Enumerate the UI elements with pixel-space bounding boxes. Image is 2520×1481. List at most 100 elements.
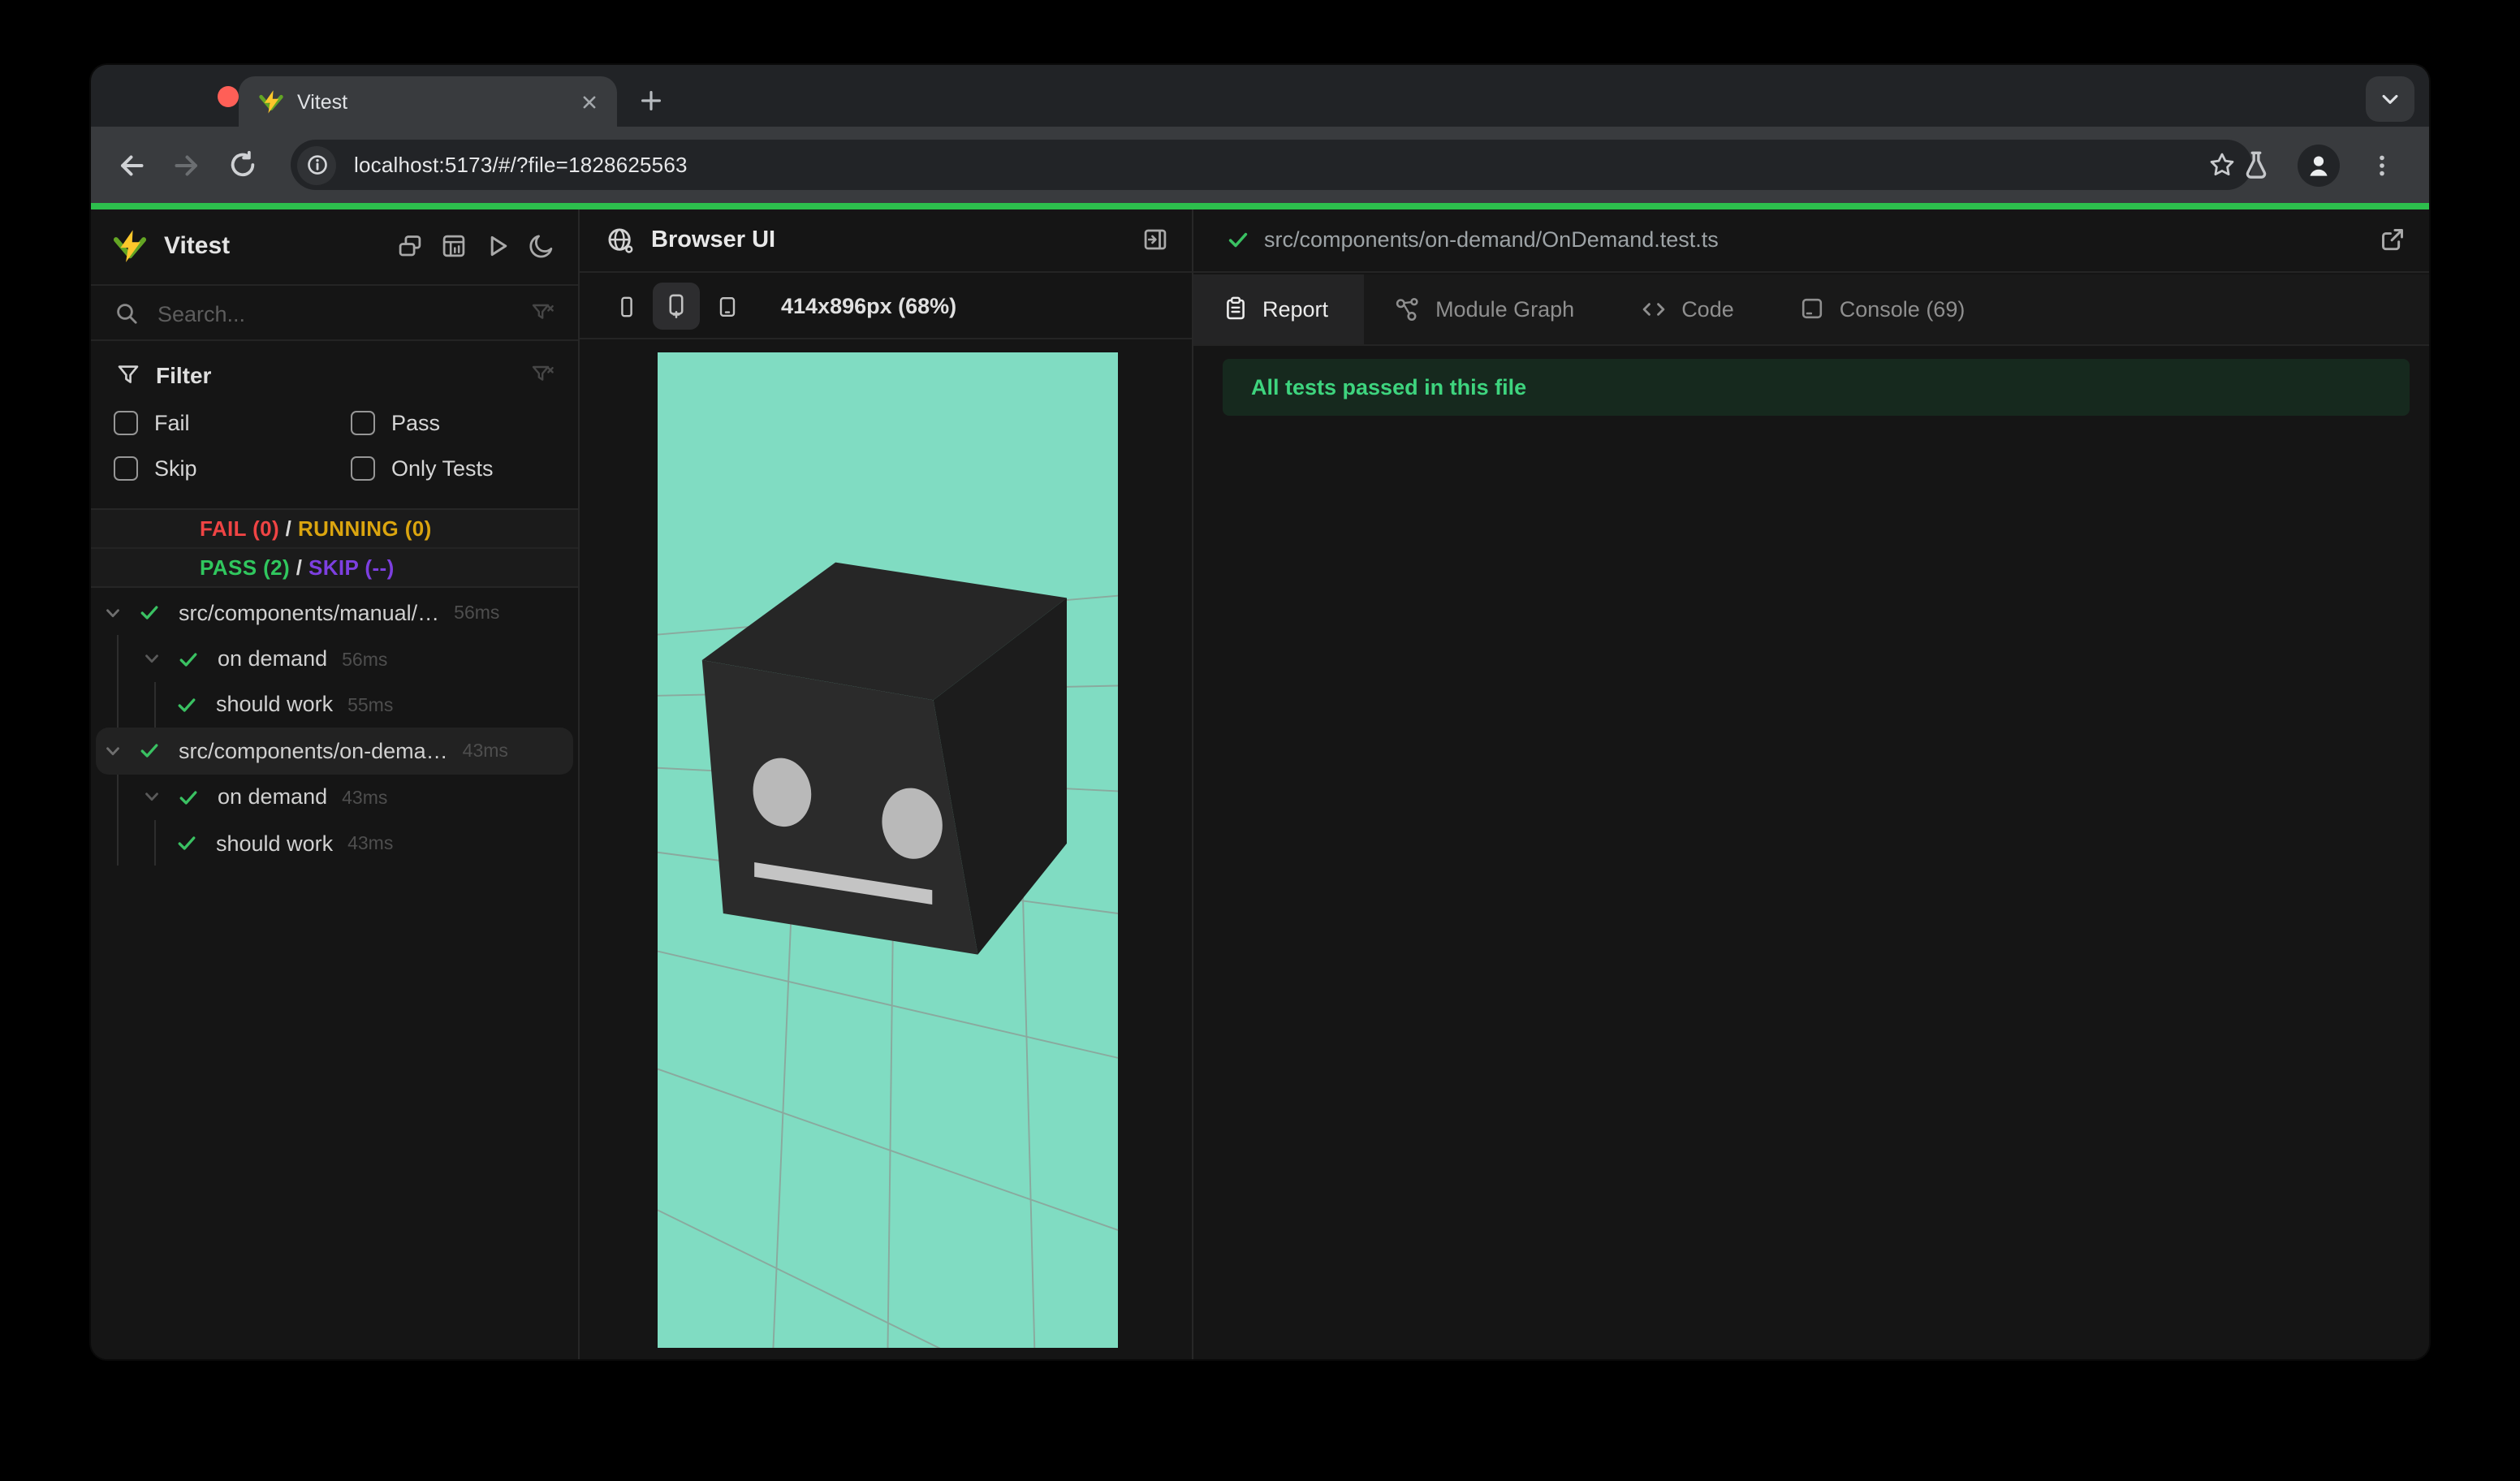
chevron-down-icon[interactable]: [101, 740, 123, 762]
filter-only-tests-label: Only Tests: [391, 456, 494, 481]
browser-ui-header: Browser UI: [580, 209, 1191, 273]
test-suite-row[interactable]: on demand 56ms: [91, 636, 578, 682]
close-tab-icon[interactable]: [578, 90, 601, 113]
search-input[interactable]: [154, 300, 529, 327]
filter-skip-label: Skip: [154, 456, 197, 481]
test-case-row[interactable]: should work 43ms: [91, 820, 578, 866]
test-file-row[interactable]: src/components/manual/… 56ms: [91, 589, 578, 636]
test-duration: 43ms: [342, 788, 388, 809]
browser-ui-panel: Browser UI 414x896px (68%): [580, 209, 1191, 1359]
checkbox-icon[interactable]: [114, 411, 138, 435]
check-icon: [138, 601, 161, 624]
report-file-header: src/components/on-demand/OnDemand.test.t…: [1193, 209, 2429, 273]
browser-ui-title: Browser UI: [651, 227, 776, 253]
tab-console-label: Console (69): [1839, 296, 1966, 322]
tab-console[interactable]: Console (69): [1770, 274, 2001, 343]
forward-button[interactable]: [159, 137, 214, 192]
banner-text: All tests passed in this file: [1251, 375, 1527, 399]
check-icon: [1225, 228, 1249, 253]
dashboard-icon[interactable]: [440, 233, 468, 261]
open-external-icon[interactable]: [2379, 227, 2406, 254]
viewport-size-label: 414x896px (68%): [781, 294, 957, 318]
fail-count: FAIL (0): [200, 516, 280, 540]
profile-avatar[interactable]: [2298, 144, 2340, 186]
page-accent-bar: [91, 203, 2429, 209]
pass-count: PASS (2): [200, 555, 291, 580]
console-icon: [1799, 296, 1825, 322]
test-case-label: should work: [216, 831, 334, 856]
device-phone-add-button[interactable]: [653, 283, 700, 330]
all-tests-passed-banner: All tests passed in this file: [1222, 359, 2410, 416]
test-file-path: src/components/on-demand/OnDemand.test.t…: [1264, 227, 1719, 253]
filter-title: Filter: [156, 362, 212, 388]
tab-report[interactable]: Report: [1193, 274, 1365, 343]
test-duration: 55ms: [347, 696, 394, 716]
tab-report-label: Report: [1262, 296, 1329, 322]
filter-fail-checkbox[interactable]: Fail: [114, 411, 351, 435]
search-icon: [114, 300, 140, 326]
vitest-logo-icon: [112, 229, 148, 265]
reload-button[interactable]: [214, 137, 270, 192]
test-duration: 43ms: [462, 742, 508, 762]
check-icon: [138, 740, 161, 762]
test-suite-row[interactable]: on demand 43ms: [91, 774, 578, 820]
globe-icon: [606, 226, 635, 255]
module-graph-icon: [1393, 296, 1421, 323]
test-case-label: should work: [216, 692, 334, 717]
clear-filter-icon[interactable]: [529, 362, 555, 388]
check-icon: [175, 693, 198, 716]
collapse-windows-icon[interactable]: [396, 233, 424, 261]
running-count: RUNNING (0): [297, 516, 432, 540]
experiments-flask-icon[interactable]: [2228, 137, 2283, 192]
filter-funnel-icon: [115, 362, 141, 388]
toolbar-right-actions: [2228, 127, 2410, 203]
url-bar[interactable]: localhost:5173/#/?file=1828625563: [291, 140, 2252, 190]
device-phone-small-button[interactable]: [602, 283, 649, 330]
dark-mode-moon-icon[interactable]: [528, 233, 555, 261]
search-row: [91, 287, 578, 341]
test-case-row[interactable]: should work 55ms: [91, 682, 578, 728]
browser-toolbar: localhost:5173/#/?file=1828625563: [91, 127, 2429, 203]
test-tree: src/components/manual/… 56ms on demand 5…: [91, 589, 578, 866]
device-tablet-button[interactable]: [703, 283, 750, 330]
chevron-down-icon[interactable]: [101, 602, 123, 623]
site-info-icon[interactable]: [297, 145, 336, 184]
new-tab-button[interactable]: [630, 80, 672, 122]
test-file-label: src/components/manual/…: [179, 600, 440, 625]
browser-window: Vitest localhost:5173/#/?file=1828625563…: [91, 65, 2429, 1359]
tab-code[interactable]: Code: [1610, 274, 1770, 343]
device-toolbar: 414x896px (68%): [580, 274, 1191, 339]
chevron-down-icon[interactable]: [140, 787, 162, 808]
code-icon: [1639, 296, 1667, 323]
filter-section: Filter Fail Pass Skip Only Tests: [91, 343, 578, 507]
checkbox-icon[interactable]: [351, 411, 375, 435]
browser-viewport[interactable]: [658, 352, 1118, 1348]
test-suite-label: on demand: [218, 784, 328, 810]
browser-tab[interactable]: Vitest: [239, 76, 617, 127]
tab-search-button[interactable]: [2366, 76, 2414, 122]
chevron-down-icon[interactable]: [140, 648, 162, 669]
back-button[interactable]: [104, 137, 159, 192]
dock-panel-right-icon[interactable]: [1141, 227, 1168, 254]
tab-module-graph[interactable]: Module Graph: [1364, 274, 1610, 343]
filter-skip-checkbox[interactable]: Skip: [114, 456, 351, 481]
app-title: Vitest: [164, 232, 231, 261]
test-file-row-selected[interactable]: src/components/on-dema… 43ms: [96, 728, 573, 775]
filter-only-tests-checkbox[interactable]: Only Tests: [351, 456, 578, 481]
clear-search-filter-icon[interactable]: [529, 300, 555, 326]
check-icon: [177, 647, 200, 670]
checkbox-icon[interactable]: [114, 456, 138, 481]
run-tests-play-icon[interactable]: [484, 233, 511, 261]
tested-app-canvas[interactable]: [658, 352, 1118, 1348]
test-duration: 56ms: [454, 604, 500, 624]
filter-pass-checkbox[interactable]: Pass: [351, 411, 578, 435]
report-tabs: Report Module Graph Code Console (69): [1193, 274, 2429, 345]
close-window-button[interactable]: [218, 85, 239, 106]
checkbox-icon[interactable]: [351, 456, 375, 481]
report-panel: src/components/on-demand/OnDemand.test.t…: [1193, 209, 2429, 1359]
url-text: localhost:5173/#/?file=1828625563: [354, 153, 688, 177]
browser-menu-icon[interactable]: [2354, 137, 2410, 192]
test-duration: 56ms: [342, 650, 388, 671]
clipboard-icon: [1222, 296, 1248, 322]
skip-count: SKIP (--): [308, 555, 395, 580]
